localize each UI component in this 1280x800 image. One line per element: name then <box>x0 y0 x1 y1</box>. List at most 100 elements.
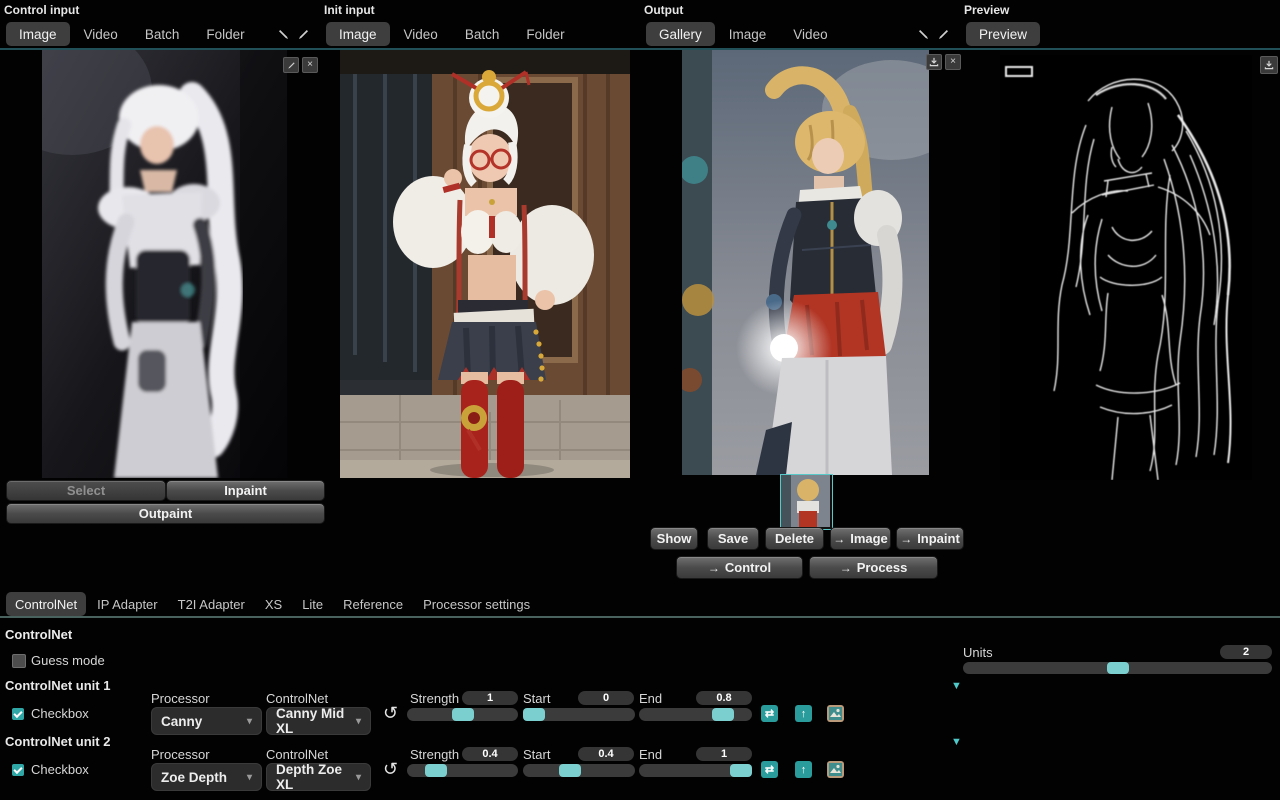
tab-control-batch[interactable]: Batch <box>132 22 193 46</box>
app: Control input Init input Output Preview … <box>0 0 1280 800</box>
tab-control-image[interactable]: Image <box>6 22 70 46</box>
tab-output-gallery[interactable]: Gallery <box>646 22 715 46</box>
unit2-start-label: Start <box>523 747 550 762</box>
unit2-strength-slider[interactable] <box>407 764 518 777</box>
unit1-end-slider-handle[interactable] <box>712 708 734 721</box>
unit2-end-slider[interactable] <box>639 764 752 777</box>
unit2-processor-dropdown[interactable]: Zoe Depth ▾ <box>151 763 262 791</box>
forward-arrow-icon: → <box>833 532 845 546</box>
inpaint-button[interactable]: Inpaint <box>166 480 325 501</box>
unit1-collapse-arrow[interactable]: ▼ <box>951 681 962 692</box>
unit1-strength-value[interactable]: 1 <box>462 691 518 705</box>
tab-init-image[interactable]: Image <box>326 22 390 46</box>
unit2-end-value[interactable]: 1 <box>696 747 752 761</box>
unit2-upload-button[interactable]: ↑ <box>795 761 812 778</box>
init-input-label: Init input <box>324 3 375 17</box>
send-to-image-label: Image <box>850 531 888 546</box>
unit1-processor-dropdown[interactable]: Canny ▾ <box>151 707 262 735</box>
pencil-icon[interactable] <box>297 28 310 41</box>
send-to-inpaint-button[interactable]: → Inpaint <box>896 527 964 550</box>
tab-init-batch[interactable]: Batch <box>452 22 513 46</box>
units-slider-handle[interactable] <box>1107 662 1129 674</box>
close-control-image-button[interactable]: × <box>302 57 318 73</box>
pencil-icon[interactable] <box>937 28 950 41</box>
unit2-enable-checkbox[interactable] <box>12 764 24 776</box>
tab-output-video[interactable]: Video <box>780 22 840 46</box>
unit2-reset-button[interactable]: ↺ <box>383 760 398 778</box>
sync-icon: ⇄ <box>765 707 774 720</box>
units-slider[interactable] <box>963 662 1272 674</box>
close-output-image-button[interactable]: × <box>945 54 961 70</box>
unit2-strength-value[interactable]: 0.4 <box>462 747 518 761</box>
init-input-tabs: Image Video Batch Folder <box>326 21 634 47</box>
unit1-start-value[interactable]: 0 <box>578 691 634 705</box>
controlnet-unit-1-title: ControlNet unit 1 <box>5 678 110 693</box>
download-output-button[interactable] <box>926 54 942 70</box>
tab-init-folder[interactable]: Folder <box>513 22 577 46</box>
tab-init-video[interactable]: Video <box>391 22 451 46</box>
send-to-process-button[interactable]: → Process <box>809 556 938 579</box>
tab-output-image[interactable]: Image <box>716 22 780 46</box>
triangle-down-icon: ▼ <box>951 736 962 748</box>
unit1-upload-button[interactable]: ↑ <box>795 705 812 722</box>
unit2-collapse-arrow[interactable]: ▼ <box>951 737 962 748</box>
unit2-start-slider-handle[interactable] <box>559 764 581 777</box>
units-value[interactable]: 2 <box>1220 645 1272 659</box>
tab-t2i-adapter[interactable]: T2I Adapter <box>169 592 254 616</box>
preview-image[interactable] <box>1000 55 1252 480</box>
download-preview-button[interactable] <box>1260 56 1278 74</box>
init-input-image[interactable] <box>340 50 630 478</box>
tab-processor-settings[interactable]: Processor settings <box>414 592 539 616</box>
unit1-strength-slider-handle[interactable] <box>452 708 474 721</box>
unit1-strength-slider[interactable] <box>407 708 518 721</box>
send-to-image-button[interactable]: → Image <box>830 527 891 550</box>
unit2-strength-slider-handle[interactable] <box>425 764 447 777</box>
tab-control-folder[interactable]: Folder <box>193 22 257 46</box>
unit1-start-slider-handle[interactable] <box>523 708 545 721</box>
edit-image-button[interactable] <box>283 57 299 73</box>
unit2-start-slider[interactable] <box>523 764 635 777</box>
unit1-reset-button[interactable]: ↺ <box>383 704 398 722</box>
delete-button[interactable]: Delete <box>765 527 824 550</box>
tab-preview[interactable]: Preview <box>966 22 1040 46</box>
picture-icon <box>827 705 844 722</box>
unit2-processor-label: Processor <box>151 747 210 762</box>
show-button[interactable]: Show <box>650 527 698 550</box>
unit1-start-label: Start <box>523 691 550 706</box>
preview-tabs: Preview <box>966 21 1274 47</box>
guess-mode-checkbox[interactable] <box>12 654 26 668</box>
unit1-refresh-button[interactable]: ⇄ <box>761 705 778 722</box>
unit2-image-button[interactable] <box>827 761 844 778</box>
gallery-thumbnail[interactable] <box>780 474 833 530</box>
unit1-enable-checkbox[interactable] <box>12 708 24 720</box>
tab-xs[interactable]: XS <box>256 592 291 616</box>
download-icon <box>929 57 939 67</box>
unit1-end-slider[interactable] <box>639 708 752 721</box>
unit1-processor-value: Canny <box>161 714 202 729</box>
unit2-controlnet-dropdown[interactable]: Depth Zoe XL ▾ <box>266 763 371 791</box>
brush-icon[interactable] <box>277 28 290 41</box>
unit1-controlnet-label: ControlNet <box>266 691 328 706</box>
control-input-image[interactable] <box>42 50 287 478</box>
unit2-refresh-button[interactable]: ⇄ <box>761 761 778 778</box>
send-to-control-label: Control <box>725 560 771 575</box>
tab-reference[interactable]: Reference <box>334 592 412 616</box>
tab-lite[interactable]: Lite <box>293 592 332 616</box>
select-button[interactable]: Select <box>6 480 166 501</box>
tab-control-video[interactable]: Video <box>71 22 131 46</box>
save-button[interactable]: Save <box>707 527 759 550</box>
outpaint-button[interactable]: Outpaint <box>6 503 325 524</box>
tab-controlnet[interactable]: ControlNet <box>6 592 86 616</box>
brush-icon[interactable] <box>917 28 930 41</box>
unit1-start-slider[interactable] <box>523 708 635 721</box>
unit2-start-value[interactable]: 0.4 <box>578 747 634 761</box>
tab-ip-adapter[interactable]: IP Adapter <box>88 592 166 616</box>
output-label: Output <box>644 3 683 17</box>
unit1-controlnet-dropdown[interactable]: Canny Mid XL ▾ <box>266 707 371 735</box>
output-image[interactable] <box>682 50 929 475</box>
download-icon <box>1264 60 1274 70</box>
unit1-image-button[interactable] <box>827 705 844 722</box>
unit2-end-slider-handle[interactable] <box>730 764 752 777</box>
send-to-control-button[interactable]: → Control <box>676 556 803 579</box>
unit1-end-value[interactable]: 0.8 <box>696 691 752 705</box>
